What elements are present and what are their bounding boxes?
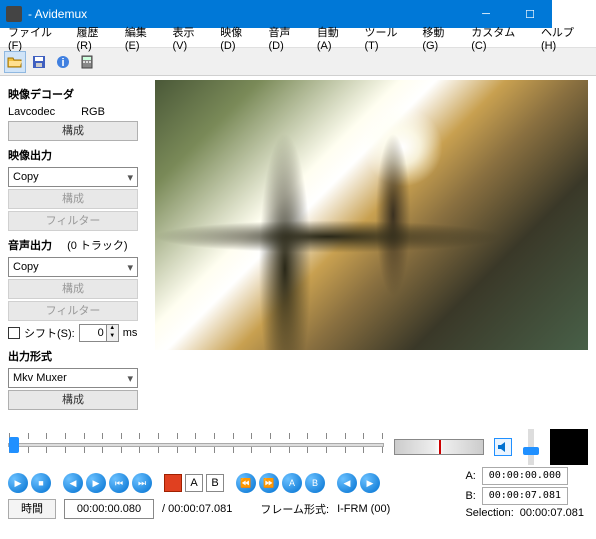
menu-audio[interactable]: 音声(D) xyxy=(263,22,311,54)
output-configure-button[interactable]: 構成 xyxy=(8,390,138,410)
set-marker-b-button[interactable]: B xyxy=(206,474,224,492)
shift-unit: ms xyxy=(123,327,138,339)
audio-configure-button[interactable]: 構成 xyxy=(8,279,138,299)
marker-a-label: A: xyxy=(465,470,475,482)
timeline-thumb[interactable] xyxy=(9,437,19,453)
decoder-heading: 映像デコーダ xyxy=(8,86,147,102)
goto-marker-b-button[interactable]: B xyxy=(305,473,325,493)
video-preview xyxy=(155,80,588,350)
video-codec-select[interactable]: Copy xyxy=(8,167,138,187)
video-filter-button[interactable]: フィルター xyxy=(8,211,138,231)
video-configure-button[interactable]: 構成 xyxy=(8,189,138,209)
decoder-configure-button[interactable]: 構成 xyxy=(8,121,138,141)
selection-value: 00:00:07.081 xyxy=(520,507,584,519)
menu-auto[interactable]: 自動(A) xyxy=(311,22,359,54)
open-button[interactable] xyxy=(4,51,26,73)
menu-custom[interactable]: カスタム(C) xyxy=(465,22,535,54)
menu-view[interactable]: 表示(V) xyxy=(167,22,215,54)
current-time-field[interactable]: 00:00:00.080 xyxy=(64,499,154,519)
shift-checkbox[interactable] xyxy=(8,327,20,339)
frame-type-value: I-FRM (00) xyxy=(337,503,390,515)
window-title: - Avidemux xyxy=(28,7,464,21)
decoder-codec: Lavcodec xyxy=(8,106,55,118)
frame-type-label: フレーム形式: xyxy=(260,501,329,517)
output-format-heading: 出力形式 xyxy=(8,348,147,364)
marker-b-value: 00:00:07.081 xyxy=(482,487,568,505)
calculator-button[interactable] xyxy=(76,51,98,73)
menubar: ファイル(F) 履歴(R) 編集(E) 表示(V) 映像(D) 音声(D) 自動… xyxy=(0,28,596,48)
audio-codec-select[interactable]: Copy xyxy=(8,257,138,277)
set-marker-a-button[interactable]: A xyxy=(185,474,203,492)
next-black-frame-button[interactable]: ▶ xyxy=(360,473,380,493)
menu-tools[interactable]: ツール(T) xyxy=(359,22,417,54)
nav-wheel[interactable] xyxy=(394,439,484,455)
next-frame-button[interactable]: ▶ xyxy=(86,473,106,493)
delete-button[interactable] xyxy=(164,474,182,492)
output-format-select[interactable]: Mkv Muxer xyxy=(8,368,138,388)
volume-button[interactable] xyxy=(494,438,512,456)
volume-slider[interactable] xyxy=(528,429,534,465)
time-label-button[interactable]: 時間 xyxy=(8,499,56,519)
menu-video[interactable]: 映像(D) xyxy=(214,22,262,54)
selection-label: Selection: xyxy=(465,507,513,519)
chevron-down-icon[interactable]: ▼ xyxy=(106,333,118,341)
shift-label: シフト(S): xyxy=(24,325,75,341)
svg-text:i: i xyxy=(61,57,64,69)
timeline-slider[interactable] xyxy=(8,433,384,461)
prev-frame-button[interactable]: ◀ xyxy=(63,473,83,493)
calculator-icon xyxy=(79,54,95,70)
audio-codec-value: Copy xyxy=(13,261,39,273)
shift-spinner[interactable]: 0 ▲▼ xyxy=(79,324,119,342)
total-time: / 00:00:07.081 xyxy=(162,503,232,515)
menu-file[interactable]: ファイル(F) xyxy=(2,22,71,54)
stop-button[interactable]: ■ xyxy=(31,473,51,493)
floppy-icon xyxy=(31,54,47,70)
play-button[interactable]: ▶ xyxy=(8,473,28,493)
shift-value: 0 xyxy=(80,325,106,341)
menu-help[interactable]: ヘルプ(H) xyxy=(535,22,594,54)
info-icon: i xyxy=(55,54,71,70)
selection-panel: A: 00:00:00.000 B: 00:00:07.081 Selection:… xyxy=(465,465,584,521)
video-codec-value: Copy xyxy=(13,171,39,183)
video-out-heading: 映像出力 xyxy=(8,147,147,163)
menu-recent[interactable]: 履歴(R) xyxy=(71,22,119,54)
goto-end-button[interactable]: ⏩ xyxy=(259,473,279,493)
prev-keyframe-button[interactable]: ⏮ xyxy=(109,473,129,493)
save-button[interactable] xyxy=(28,51,50,73)
audio-preview xyxy=(550,429,588,465)
menu-go[interactable]: 移動(G) xyxy=(416,22,465,54)
app-icon xyxy=(6,6,22,22)
volume-thumb[interactable] xyxy=(523,447,539,455)
menu-edit[interactable]: 編集(E) xyxy=(119,22,167,54)
marker-a-value: 00:00:00.000 xyxy=(482,467,568,485)
audio-out-heading: 音声出力 (0 トラック) xyxy=(8,237,147,253)
output-format-value: Mkv Muxer xyxy=(13,372,67,384)
speaker-icon xyxy=(495,439,511,455)
audio-filter-button[interactable]: フィルター xyxy=(8,301,138,321)
audio-tracks-count: (0 トラック) xyxy=(67,240,128,252)
preview-panel xyxy=(155,76,596,423)
decoder-colorspace: RGB xyxy=(81,106,105,118)
goto-start-button[interactable]: ⏪ xyxy=(236,473,256,493)
prev-black-frame-button[interactable]: ◀ xyxy=(337,473,357,493)
chevron-up-icon[interactable]: ▲ xyxy=(106,325,118,333)
info-button[interactable]: i xyxy=(52,51,74,73)
next-keyframe-button[interactable]: ⏭ xyxy=(132,473,152,493)
marker-b-label: B: xyxy=(465,490,475,502)
folder-open-icon xyxy=(7,54,23,70)
sidebar: 映像デコーダ Lavcodec RGB 構成 映像出力 Copy 構成 フィルタ… xyxy=(0,76,155,423)
goto-marker-a-button[interactable]: A xyxy=(282,473,302,493)
